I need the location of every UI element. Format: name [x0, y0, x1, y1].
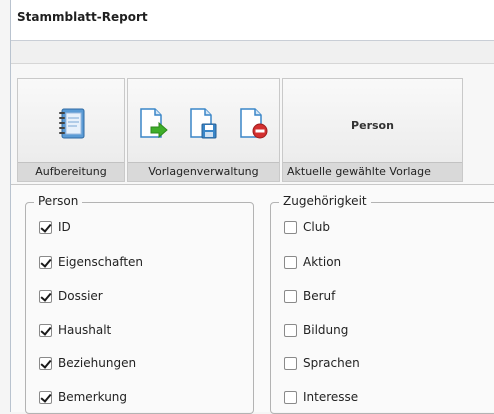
checkbox-box[interactable] — [284, 255, 297, 269]
ribbon: Aufbereitung Vorlagenverwaltung Person A… — [11, 64, 494, 185]
title-bar: Stammblatt-Report — [11, 0, 494, 41]
checkbox-id[interactable]: ID — [39, 218, 71, 236]
current-template-name[interactable]: Person — [283, 119, 462, 132]
notebook-icon[interactable] — [55, 107, 89, 141]
checkbox-box[interactable] — [284, 323, 297, 337]
zugehoerigkeit-fieldset: Zugehörigkeit Club Aktion Beruf Bildung … — [270, 194, 494, 414]
ribbon-group-label: Vorlagenverwaltung — [128, 162, 279, 181]
zugehoerigkeit-legend: Zugehörigkeit — [279, 194, 371, 208]
window-title: Stammblatt-Report — [17, 10, 148, 24]
document-save-icon[interactable] — [186, 107, 220, 141]
checkbox-label: Beziehungen — [58, 356, 137, 370]
person-fieldset: Person ID Eigenschaften Dossier Haushalt… — [25, 194, 254, 414]
checkbox-beziehungen[interactable]: Beziehungen — [39, 354, 136, 372]
checkbox-box[interactable] — [39, 323, 52, 337]
checkbox-box[interactable] — [39, 356, 52, 370]
document-export-icon[interactable] — [136, 107, 170, 141]
checkbox-aktion[interactable]: Aktion — [284, 253, 341, 271]
checkbox-label: Interesse — [303, 390, 359, 404]
checkbox-label: Bildung — [303, 323, 349, 337]
checkbox-haushalt[interactable]: Haushalt — [39, 321, 111, 339]
checkbox-label: Aktion — [303, 255, 342, 269]
checkbox-bemerkung[interactable]: Bemerkung — [39, 388, 127, 406]
checkbox-label: Eigenschaften — [58, 255, 144, 269]
ribbon-group-label: Aufbereitung — [18, 162, 124, 181]
checkbox-interesse[interactable]: Interesse — [284, 388, 358, 406]
checkbox-box[interactable] — [39, 220, 52, 234]
checkbox-label: ID — [58, 220, 71, 234]
checkbox-label: Bemerkung — [58, 390, 128, 404]
checkbox-sprachen[interactable]: Sprachen — [284, 354, 360, 372]
checkbox-box[interactable] — [39, 390, 52, 404]
report-window: Stammblatt-Report Aufbereitung Vorlagenv… — [10, 0, 494, 414]
checkbox-label: Haushalt — [58, 323, 112, 337]
person-legend: Person — [34, 194, 83, 208]
checkbox-box[interactable] — [284, 356, 297, 370]
checkbox-label: Club — [303, 220, 330, 234]
toolbar-strip — [11, 41, 494, 64]
checkbox-club[interactable]: Club — [284, 218, 330, 236]
checkbox-label: Dossier — [58, 289, 103, 303]
checkbox-beruf[interactable]: Beruf — [284, 287, 335, 305]
checkbox-box[interactable] — [284, 220, 297, 234]
ribbon-group-aufbereitung[interactable]: Aufbereitung — [17, 78, 125, 182]
checkbox-eigenschaften[interactable]: Eigenschaften — [39, 253, 143, 271]
checkbox-dossier[interactable]: Dossier — [39, 287, 103, 305]
checkbox-bildung[interactable]: Bildung — [284, 321, 348, 339]
ribbon-group-current-template[interactable]: Person Aktuelle gewählte Vorlage — [282, 78, 463, 182]
ribbon-group-label: Aktuelle gewählte Vorlage — [283, 162, 462, 181]
ribbon-group-vorlagenverwaltung: Vorlagenverwaltung — [127, 78, 280, 182]
checkbox-box[interactable] — [284, 390, 297, 404]
checkbox-label: Beruf — [303, 289, 336, 303]
checkbox-box[interactable] — [284, 289, 297, 303]
document-delete-icon[interactable] — [236, 107, 270, 141]
checkbox-label: Sprachen — [303, 356, 360, 370]
checkbox-box[interactable] — [39, 255, 52, 269]
checkbox-box[interactable] — [39, 289, 52, 303]
